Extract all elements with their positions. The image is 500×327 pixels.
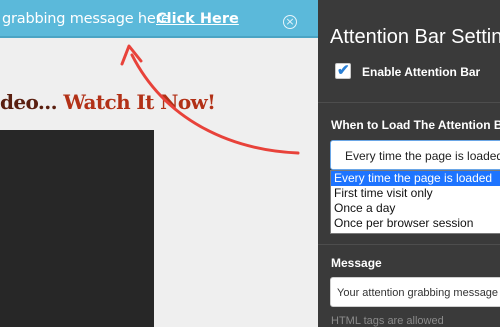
message-input-value: Your attention grabbing message here: [337, 287, 500, 299]
click-here-link[interactable]: Click Here: [156, 11, 239, 27]
load-option-per-session[interactable]: Once per browser session: [331, 216, 500, 231]
when-to-load-label: When to Load The Attention Bar: [331, 118, 500, 132]
checkmark-icon: ✔: [337, 62, 350, 79]
load-options-list: Every time the page is loaded First time…: [330, 170, 500, 234]
divider: [318, 102, 500, 103]
load-select-value: Every time the page is loaded: [345, 149, 500, 163]
attention-bar: grabbing message here Click Here ×: [0, 0, 318, 38]
load-option-first-visit[interactable]: First time visit only: [331, 186, 500, 201]
site-preview: grabbing message here Click Here × deo..…: [0, 0, 318, 327]
close-icon[interactable]: ×: [283, 15, 297, 29]
settings-panel: Attention Bar Settings ✔ Enable Attentio…: [318, 0, 500, 327]
load-option-every-time[interactable]: Every time the page is loaded: [331, 171, 500, 186]
page-headline: deo... Watch It Now!: [0, 90, 216, 114]
divider: [318, 244, 500, 245]
html-hint: HTML tags are allowed: [331, 315, 444, 327]
attention-bar-message: grabbing message here: [2, 11, 170, 27]
load-option-once-a-day[interactable]: Once a day: [331, 201, 500, 216]
panel-title: Attention Bar Settings: [330, 26, 500, 48]
message-label: Message: [331, 256, 382, 270]
enable-checkbox[interactable]: ✔: [335, 62, 351, 79]
headline-cta: Watch It Now!: [63, 90, 216, 114]
message-input[interactable]: Your attention grabbing message here: [330, 277, 500, 307]
enable-label[interactable]: Enable Attention Bar: [362, 65, 480, 79]
load-select[interactable]: Every time the page is loaded: [330, 140, 500, 170]
headline-prefix: deo...: [0, 90, 58, 114]
video-player[interactable]: [0, 130, 154, 327]
